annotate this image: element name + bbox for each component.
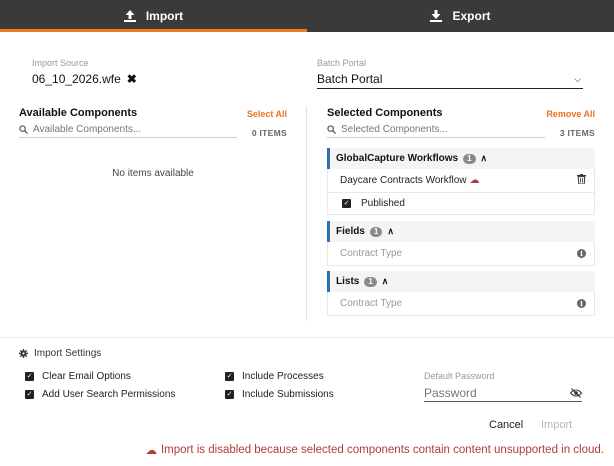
available-search-placeholder: Available Components... bbox=[33, 124, 142, 135]
group-title: Lists bbox=[336, 276, 360, 287]
selected-count: 3 ITEMS bbox=[559, 128, 595, 138]
chevron-down-icon: ⌵ bbox=[574, 73, 581, 84]
group-count-badge: 1 bbox=[369, 226, 383, 237]
cloud-icon: ☁ bbox=[145, 445, 157, 457]
import-error-message: ☁ Import is disabled because selected co… bbox=[145, 443, 604, 457]
group-header-fields[interactable]: Fields 1 ∧ bbox=[327, 221, 595, 242]
password-placeholder: Password bbox=[424, 386, 477, 400]
search-icon bbox=[19, 125, 28, 134]
published-checkbox[interactable]: ✓ bbox=[342, 199, 351, 208]
group-count-badge: 1 bbox=[463, 153, 476, 164]
import-settings-title: Import Settings bbox=[34, 348, 102, 359]
clear-email-options-checkbox[interactable]: ✓ Clear Email Options bbox=[25, 371, 131, 382]
group-title: Fields bbox=[336, 226, 365, 237]
selected-components-title: Selected Components bbox=[327, 107, 443, 119]
chevron-up-icon[interactable]: ∧ bbox=[481, 153, 488, 164]
trash-icon[interactable] bbox=[577, 174, 586, 187]
panel-divider bbox=[306, 106, 307, 321]
item-label: Daycare Contracts Workflow bbox=[340, 175, 467, 186]
clear-file-icon[interactable]: ✖ bbox=[127, 72, 137, 86]
published-checkbox-row[interactable]: ✓ Published bbox=[327, 193, 595, 215]
option-label: Include Submissions bbox=[242, 389, 334, 400]
available-search-input[interactable]: Available Components... bbox=[19, 122, 237, 138]
import-source-value: 06_10_2026.wfe ✖ bbox=[32, 72, 137, 86]
batch-portal-label: Batch Portal bbox=[317, 58, 367, 68]
default-password-field[interactable]: Password bbox=[424, 385, 582, 402]
remove-all-link[interactable]: Remove All bbox=[546, 109, 595, 119]
tab-import-label: Import bbox=[145, 9, 184, 23]
group-header-workflows[interactable]: GlobalCapture Workflows 1 ∧ bbox=[327, 148, 595, 169]
group-header-lists[interactable]: Lists 1 ∧ bbox=[327, 271, 595, 292]
tab-export-label: Export bbox=[452, 9, 491, 23]
available-count: 0 ITEMS bbox=[251, 128, 287, 138]
info-icon[interactable]: i bbox=[577, 299, 586, 308]
import-source-label: Import Source bbox=[32, 58, 89, 68]
import-button[interactable]: Import bbox=[541, 419, 572, 431]
available-empty-text: No items available bbox=[112, 168, 194, 179]
checkbox-checked[interactable]: ✓ bbox=[25, 372, 34, 381]
list-item[interactable]: Daycare Contracts Workflow ☁ bbox=[327, 169, 595, 193]
group-count-badge: 1 bbox=[364, 276, 377, 287]
checkbox-checked[interactable]: ✓ bbox=[25, 390, 34, 399]
batch-portal-selected: Batch Portal bbox=[317, 72, 383, 86]
chevron-up-icon[interactable]: ∧ bbox=[387, 226, 394, 237]
search-icon bbox=[327, 125, 336, 134]
download-icon bbox=[430, 10, 443, 22]
item-label: Contract Type bbox=[340, 298, 403, 309]
error-text: Import is disabled because selected comp… bbox=[160, 444, 604, 456]
option-label: Clear Email Options bbox=[42, 371, 131, 382]
gear-icon bbox=[19, 349, 28, 358]
option-label: Include Processes bbox=[242, 371, 324, 382]
section-divider bbox=[0, 337, 614, 338]
add-user-search-permissions-checkbox[interactable]: ✓ Add User Search Permissions bbox=[25, 389, 175, 400]
selected-search-placeholder: Selected Components... bbox=[341, 124, 448, 135]
list-item[interactable]: Contract Type i bbox=[327, 292, 595, 316]
tab-bar: Import Export bbox=[0, 0, 614, 32]
checkbox-checked[interactable]: ✓ bbox=[225, 390, 234, 399]
import-source-filename: 06_10_2026.wfe bbox=[32, 72, 121, 86]
eye-slash-icon[interactable] bbox=[570, 388, 582, 398]
item-label: Contract Type bbox=[340, 248, 403, 259]
group-title: GlobalCapture Workflows bbox=[336, 153, 459, 164]
import-settings-header: Import Settings bbox=[19, 348, 101, 359]
selected-search-input[interactable]: Selected Components... bbox=[327, 122, 545, 138]
include-submissions-checkbox[interactable]: ✓ Include Submissions bbox=[225, 389, 334, 400]
select-all-link[interactable]: Select All bbox=[247, 109, 287, 119]
upload-icon bbox=[123, 10, 136, 22]
checkbox-checked[interactable]: ✓ bbox=[225, 372, 234, 381]
cloud-icon: ☁ bbox=[469, 175, 480, 186]
option-label: Add User Search Permissions bbox=[42, 389, 176, 400]
batch-portal-select[interactable]: Batch Portal ⌵ bbox=[317, 70, 583, 89]
published-label: Published bbox=[361, 198, 405, 209]
info-icon[interactable]: i bbox=[577, 249, 586, 258]
available-components-title: Available Components bbox=[19, 107, 138, 119]
chevron-up-icon[interactable]: ∧ bbox=[382, 276, 389, 287]
list-item[interactable]: Contract Type i bbox=[327, 242, 595, 266]
include-processes-checkbox[interactable]: ✓ Include Processes bbox=[225, 371, 324, 382]
tab-export[interactable]: Export bbox=[307, 0, 614, 32]
tab-import[interactable]: Import bbox=[0, 0, 307, 32]
default-password-label: Default Password bbox=[424, 371, 495, 381]
cancel-button[interactable]: Cancel bbox=[489, 419, 523, 431]
